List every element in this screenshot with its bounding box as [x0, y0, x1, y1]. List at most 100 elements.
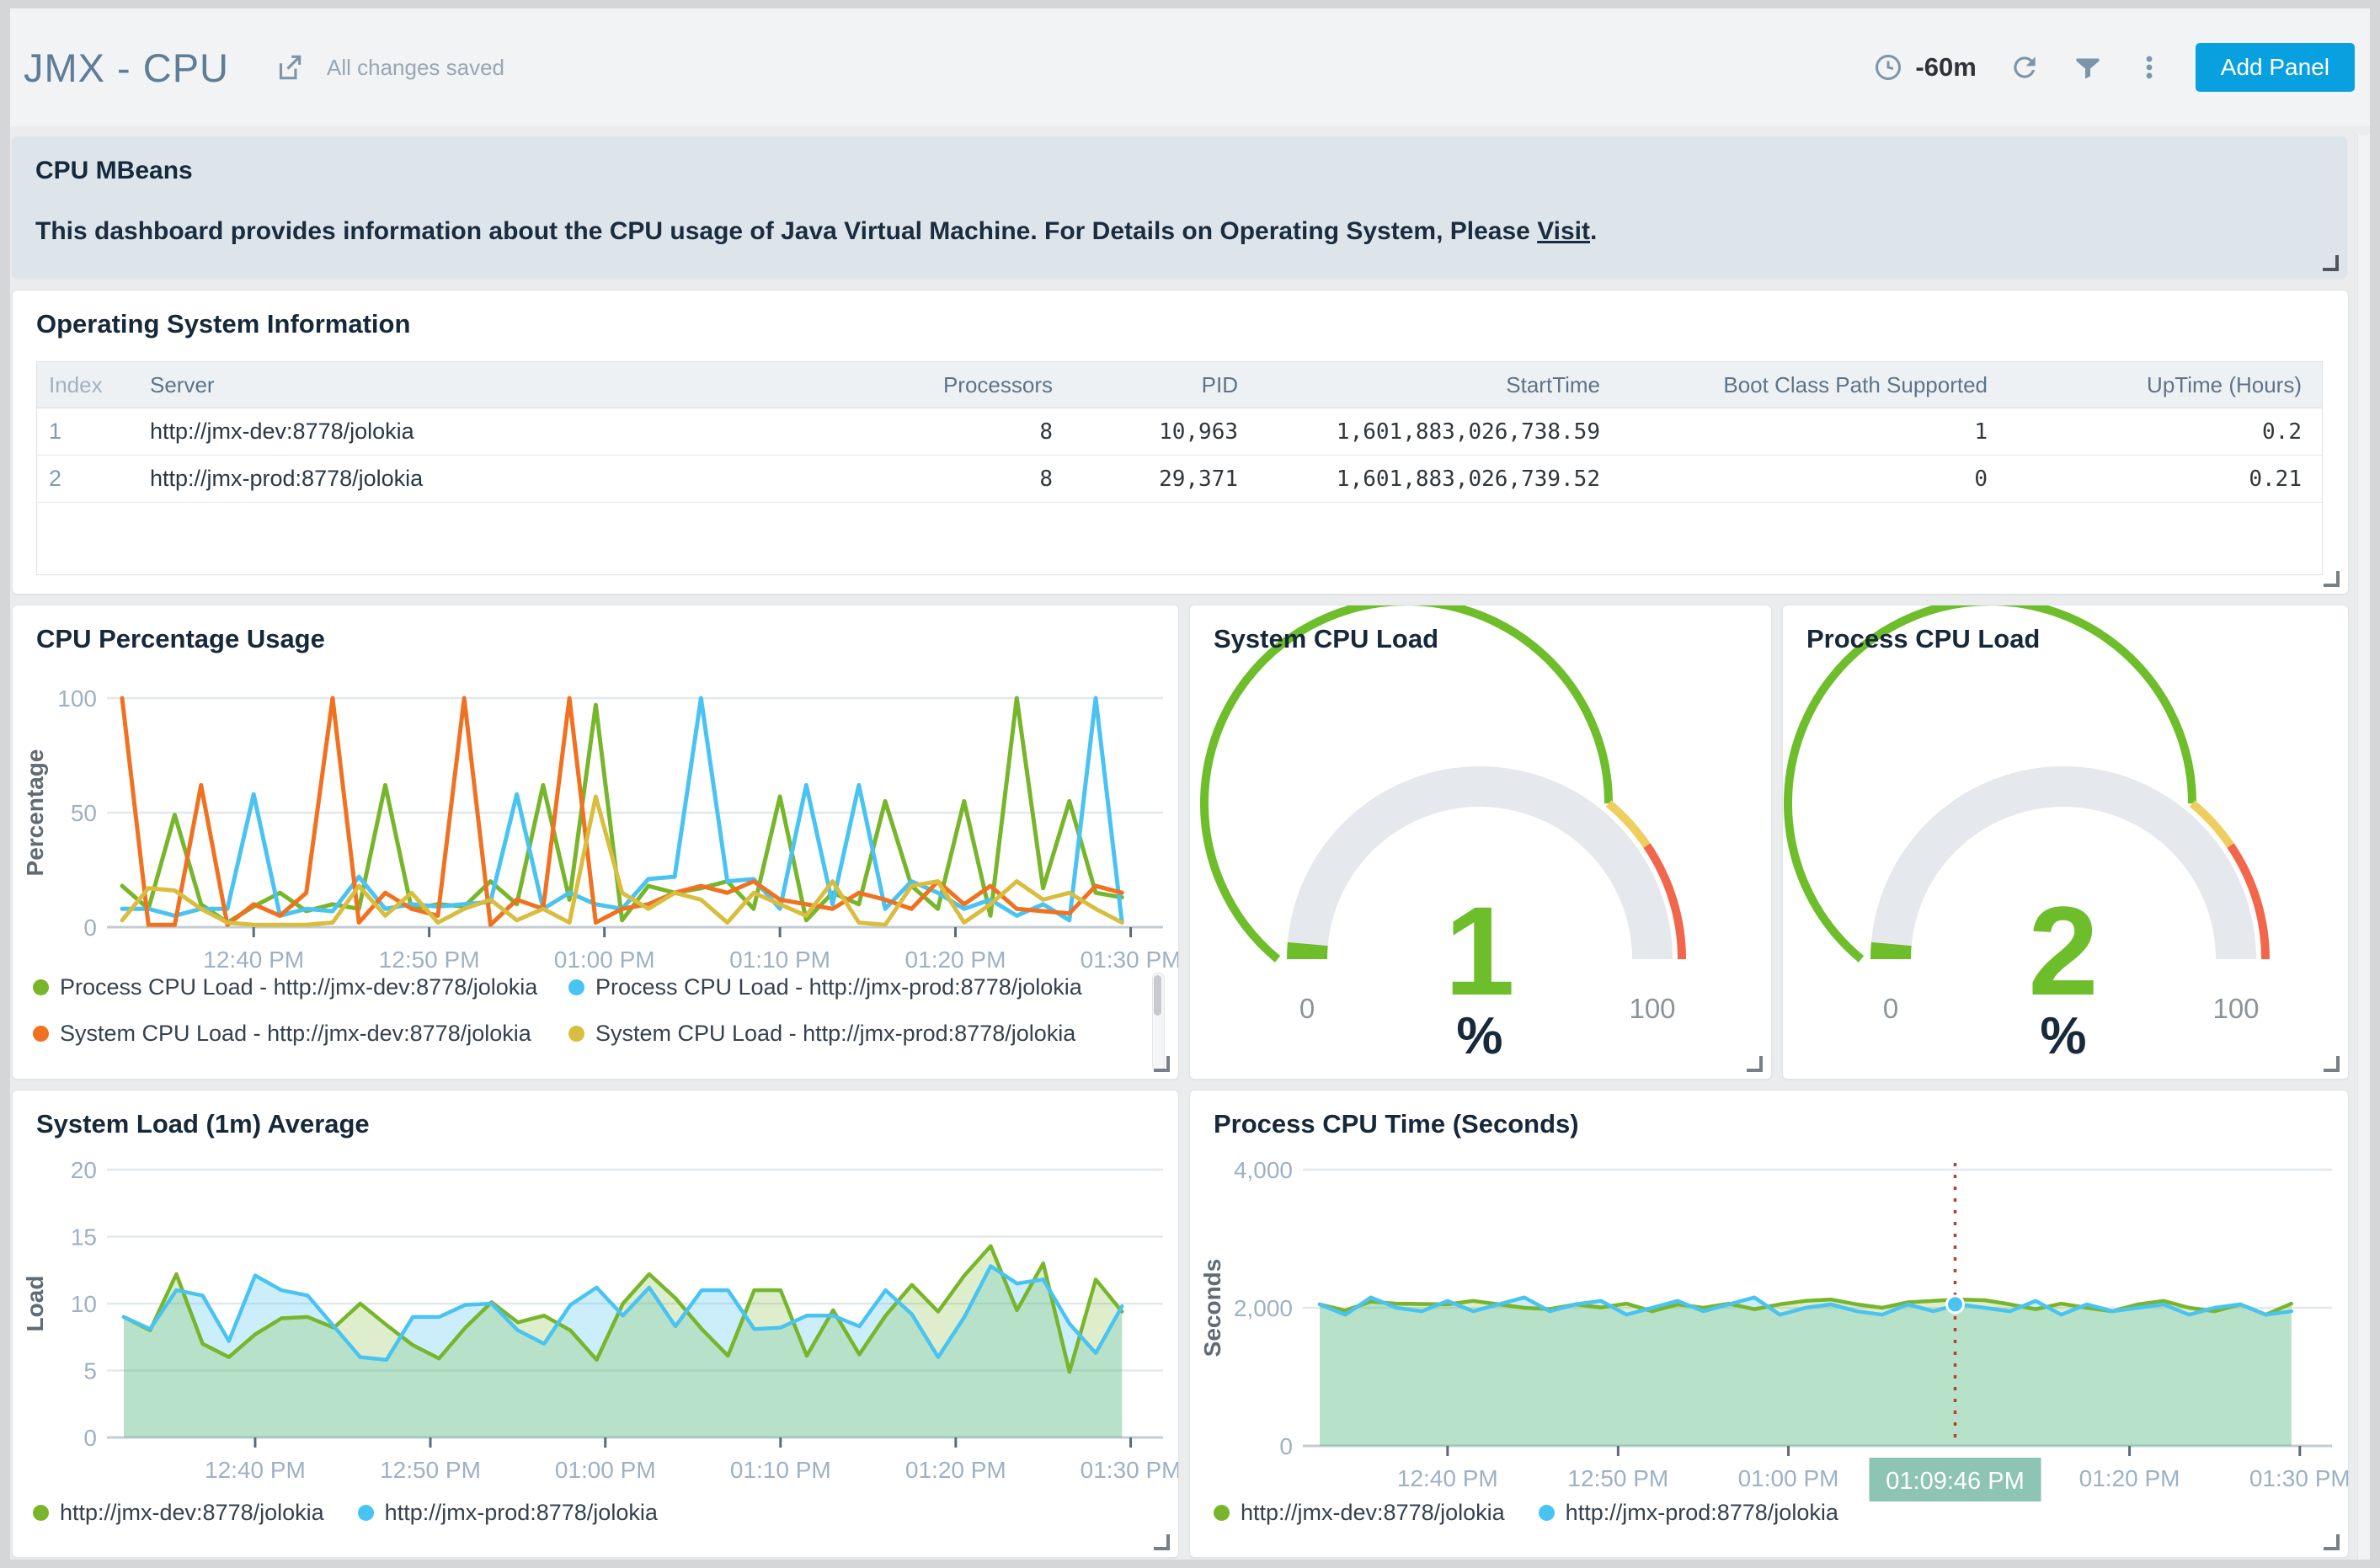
svg-text:12:40 PM: 12:40 PM — [203, 947, 304, 972]
refresh-icon[interactable] — [2009, 51, 2041, 83]
column-header[interactable]: StartTime — [1250, 372, 1612, 398]
system-load-title: System Load (1m) Average — [36, 1109, 370, 1139]
clock-icon — [1873, 52, 1903, 83]
table-cell: 2 — [37, 466, 138, 492]
table-cell: 1 — [1612, 419, 1999, 445]
svg-text:12:40 PM: 12:40 PM — [1397, 1465, 1498, 1491]
cpu-mbeans-title: CPU MBeans — [35, 157, 193, 185]
process-cpu-time-legend: http://jmx-dev:8778/jolokia http://jmx-pr… — [1214, 1500, 1838, 1526]
description-suffix: . — [1590, 217, 1597, 245]
time-range-control[interactable]: -60m — [1873, 52, 1976, 83]
legend-item[interactable]: System CPU Load - http://jmx-prod:8778/j… — [568, 1021, 1082, 1047]
legend-item[interactable]: http://jmx-dev:8778/jolokia — [1214, 1500, 1505, 1526]
svg-text:%: % — [1456, 1007, 1502, 1065]
header-toolbar: -60m Add Panel — [1873, 43, 2370, 92]
share-icon[interactable] — [273, 51, 305, 83]
panel-cpu-mbeans: CPU MBeans This dashboard provides infor… — [12, 136, 2347, 278]
column-header[interactable]: Index — [37, 372, 138, 398]
legend-label: System CPU Load - http://jmx-prod:8778/j… — [595, 1021, 1075, 1047]
legend-dot-icon — [358, 1505, 374, 1521]
column-header[interactable]: Processors — [862, 372, 1065, 398]
panel-resize-handle[interactable] — [2324, 1534, 2340, 1550]
svg-text:2,000: 2,000 — [1234, 1295, 1293, 1321]
add-panel-button[interactable]: Add Panel — [2196, 43, 2355, 92]
table-cell: http://jmx-dev:8778/jolokia — [138, 419, 862, 445]
svg-text:01:00 PM: 01:00 PM — [555, 1457, 656, 1483]
process-cpu-time-title: Process CPU Time (Seconds) — [1214, 1109, 1579, 1139]
svg-text:100: 100 — [57, 685, 97, 712]
table-cell: http://jmx-prod:8778/jolokia — [138, 466, 862, 492]
legend-label: http://jmx-dev:8778/jolokia — [1241, 1500, 1505, 1526]
table-cell: 29,371 — [1065, 467, 1250, 492]
table-cell: 1,601,883,026,739.52 — [1250, 467, 1612, 492]
svg-text:01:10 PM: 01:10 PM — [729, 947, 830, 972]
legend-item[interactable]: System CPU Load - http://jmx-dev:8778/jo… — [33, 1021, 568, 1047]
column-header[interactable]: UpTime (Hours) — [1999, 372, 2313, 398]
cpu-percentage-legend: Process CPU Load - http://jmx-dev:8778/j… — [33, 974, 1082, 1047]
legend-item[interactable]: http://jmx-dev:8778/jolokia — [33, 1500, 324, 1526]
legend-label: http://jmx-dev:8778/jolokia — [60, 1500, 324, 1526]
page-title: JMX - CPU — [24, 45, 229, 91]
table-body: 1http://jmx-dev:8778/jolokia810,9631,601… — [37, 408, 2322, 503]
system-load-chart[interactable]: 0510152012:40 PM12:50 PM01:00 PM01:10 PM… — [13, 1091, 1178, 1557]
svg-text:50: 50 — [71, 800, 97, 826]
page-scrollbar-gutter[interactable] — [2357, 135, 2370, 1560]
table-cell: 1,601,883,026,738.59 — [1250, 419, 1612, 445]
column-header[interactable]: PID — [1065, 372, 1250, 398]
legend-dot-icon — [1539, 1505, 1555, 1521]
table-header-row: IndexServerProcessorsPIDStartTimeBoot Cl… — [37, 362, 2322, 408]
dashboard-header: JMX - CPU All changes saved -60m — [10, 8, 2370, 126]
process-cpu-time-chart[interactable]: 02,0004,00012:40 PM12:50 PM01:00 PM01:20… — [1190, 1091, 2348, 1557]
table-cell: 0.21 — [1999, 467, 2313, 492]
cpu-percentage-title: CPU Percentage Usage — [36, 624, 325, 654]
svg-text:12:50 PM: 12:50 PM — [1567, 1465, 1668, 1491]
panel-resize-handle[interactable] — [1154, 1056, 1170, 1072]
table-cell: 0 — [1612, 467, 1999, 492]
column-header[interactable]: Server — [138, 372, 862, 398]
svg-text:1: 1 — [1444, 880, 1514, 1021]
legend-label: http://jmx-prod:8778/jolokia — [1566, 1500, 1838, 1526]
column-header[interactable]: Boot Class Path Supported — [1612, 372, 1999, 398]
table-cell: 1 — [37, 419, 138, 445]
filter-icon[interactable] — [2073, 52, 2103, 83]
svg-text:10: 10 — [71, 1291, 97, 1317]
panel-resize-handle[interactable] — [1154, 1534, 1170, 1550]
system-cpu-load-title: System CPU Load — [1214, 624, 1438, 654]
legend-item[interactable]: http://jmx-prod:8778/jolokia — [1539, 1500, 1838, 1526]
table-row: 2http://jmx-prod:8778/jolokia829,3711,60… — [37, 456, 2322, 503]
os-info-title: Operating System Information — [36, 309, 410, 339]
os-info-table: IndexServerProcessorsPIDStartTimeBoot Cl… — [36, 361, 2323, 575]
svg-text:01:20 PM: 01:20 PM — [905, 1457, 1006, 1483]
legend-label: http://jmx-prod:8778/jolokia — [385, 1500, 658, 1526]
legend-item[interactable]: http://jmx-prod:8778/jolokia — [358, 1500, 658, 1526]
svg-text:01:00 PM: 01:00 PM — [554, 947, 655, 972]
panel-resize-handle[interactable] — [2323, 255, 2339, 271]
legend-item[interactable]: Process CPU Load - http://jmx-prod:8778/… — [568, 974, 1082, 1000]
svg-text:01:30 PM: 01:30 PM — [2249, 1465, 2348, 1491]
panel-system-load-average: System Load (1m) Average 0510152012:40 P… — [12, 1090, 1179, 1558]
panel-resize-handle[interactable] — [2324, 571, 2340, 587]
table-cell: 10,963 — [1065, 419, 1250, 445]
cpu-mbeans-description: This dashboard provides information abou… — [35, 217, 1597, 246]
process-cpu-load-gauge[interactable]: 20100% — [1783, 605, 2348, 1079]
visit-link[interactable]: Visit — [1537, 217, 1590, 245]
legend-dot-icon — [568, 1026, 584, 1042]
table-cell: 0.2 — [1999, 419, 2313, 445]
svg-text:100: 100 — [2212, 993, 2259, 1024]
svg-text:12:50 PM: 12:50 PM — [379, 947, 480, 972]
svg-text:5: 5 — [83, 1358, 97, 1384]
svg-text:%: % — [2040, 1007, 2086, 1065]
legend-item[interactable]: Process CPU Load - http://jmx-dev:8778/j… — [33, 974, 568, 1000]
svg-text:12:50 PM: 12:50 PM — [380, 1457, 481, 1483]
kebab-menu-icon[interactable] — [2135, 53, 2164, 82]
system-cpu-load-gauge[interactable]: 10100% — [1190, 605, 1771, 1079]
svg-text:01:00 PM: 01:00 PM — [1738, 1465, 1839, 1491]
svg-text:01:30 PM: 01:30 PM — [1081, 1457, 1178, 1483]
panel-resize-handle[interactable] — [1747, 1056, 1763, 1072]
panel-resize-handle[interactable] — [2324, 1056, 2340, 1072]
description-text: This dashboard provides information abou… — [35, 217, 1537, 245]
svg-text:01:20 PM: 01:20 PM — [2079, 1465, 2180, 1491]
save-status: All changes saved — [327, 55, 504, 81]
svg-text:Load: Load — [22, 1276, 48, 1332]
legend-dot-icon — [1214, 1505, 1230, 1521]
